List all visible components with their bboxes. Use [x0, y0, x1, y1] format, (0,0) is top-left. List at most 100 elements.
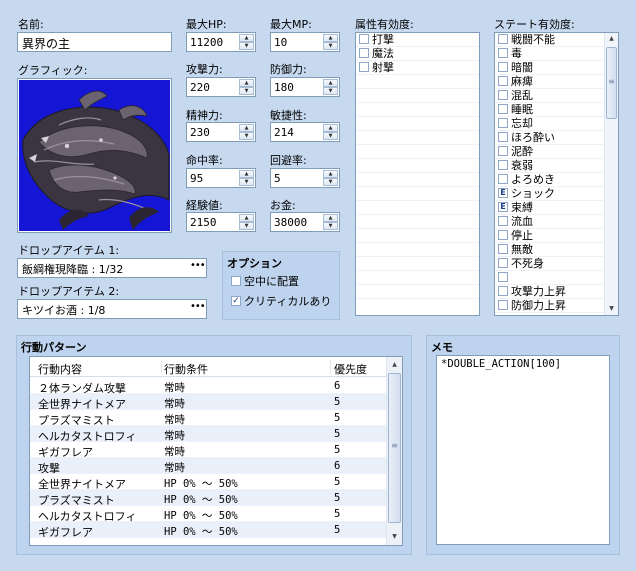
agi-spinner[interactable]: 214 ▲ ▼ — [270, 122, 340, 142]
table-row[interactable]: ギガフレア HP 0% ～ 50% 5 — [30, 522, 386, 539]
checkbox-icon[interactable] — [498, 230, 508, 240]
checkbox-icon[interactable] — [498, 160, 508, 170]
checkbox-icon[interactable] — [498, 272, 508, 282]
list-item[interactable]: よろめき — [495, 173, 604, 187]
spin-down-icon[interactable]: ▼ — [239, 178, 254, 186]
checkbox-icon[interactable] — [498, 48, 508, 58]
checkbox-icon[interactable] — [498, 244, 508, 254]
checkbox-icon[interactable] — [498, 104, 508, 114]
header-condition[interactable]: 行動条件 — [164, 361, 208, 377]
table-row[interactable]: ギガフレア 常時 5 — [30, 442, 386, 459]
ellipsis-icon[interactable]: ••• — [190, 261, 206, 275]
table-row[interactable]: プラズマミスト HP 0% ～ 50% 5 — [30, 490, 386, 507]
header-priority[interactable]: 優先度 — [334, 361, 367, 377]
list-item[interactable]: 攻撃力上昇 — [495, 285, 604, 299]
drop-item2-field[interactable]: キツイお酒 : 1/8 ••• — [17, 299, 207, 319]
spin-up-icon[interactable]: ▲ — [239, 34, 254, 42]
spin-up-icon[interactable]: ▲ — [323, 170, 338, 178]
spi-spinner[interactable]: 230 ▲ ▼ — [186, 122, 256, 142]
table-row[interactable]: ヘルカタストロフィ 常時 5 — [30, 426, 386, 443]
memo-textarea[interactable]: *DOUBLE_ACTION[100] — [436, 355, 610, 545]
checkbox-icon[interactable] — [498, 258, 508, 268]
list-item[interactable]: 暗闇 — [495, 61, 604, 75]
list-item[interactable]: 泥酔 — [495, 145, 604, 159]
checkbox-icon[interactable] — [498, 146, 508, 156]
spin-up-icon[interactable]: ▲ — [239, 79, 254, 87]
scroll-down-icon[interactable]: ▼ — [387, 531, 402, 543]
list-item[interactable]: 麻痺 — [495, 75, 604, 89]
checkbox-icon[interactable] — [498, 62, 508, 72]
spin-down-icon[interactable]: ▼ — [323, 42, 338, 50]
def-spinner[interactable]: 180 ▲ ▼ — [270, 77, 340, 97]
checkbox-icon[interactable] — [359, 34, 369, 44]
header-content[interactable]: 行動内容 — [38, 361, 82, 377]
spin-up-icon[interactable]: ▲ — [323, 214, 338, 222]
list-item[interactable]: 射撃 — [356, 61, 479, 75]
table-row[interactable]: ヘルカタストロフィ HP 0% ～ 50% 5 — [30, 506, 386, 523]
spin-up-icon[interactable]: ▲ — [239, 170, 254, 178]
list-item[interactable]: 忘却 — [495, 117, 604, 131]
maxhp-spinner[interactable]: 11200 ▲ ▼ — [186, 32, 256, 52]
scroll-up-icon[interactable]: ▲ — [605, 33, 618, 45]
option-airborne[interactable]: 空中に配置 — [231, 273, 299, 289]
list-item[interactable]: 魔法 — [356, 47, 479, 61]
checkbox-icon[interactable] — [498, 76, 508, 86]
checkbox-icon[interactable] — [498, 132, 508, 142]
spin-down-icon[interactable]: ▼ — [323, 87, 338, 95]
list-item[interactable]: 混乱 — [495, 89, 604, 103]
checkbox-icon[interactable] — [498, 300, 508, 310]
checkbox-icon[interactable] — [498, 34, 508, 44]
table-row[interactable]: プラズマミスト 常時 5 — [30, 410, 386, 427]
spin-up-icon[interactable]: ▲ — [323, 124, 338, 132]
hit-spinner[interactable]: 95 ▲ ▼ — [186, 168, 256, 188]
table-row[interactable]: 全世界ナイトメア 常時 5 — [30, 394, 386, 411]
list-item[interactable]: 無敵 — [495, 243, 604, 257]
atk-spinner[interactable]: 220 ▲ ▼ — [186, 77, 256, 97]
list-item[interactable]: ほろ酔い — [495, 131, 604, 145]
checkbox-icon[interactable] — [498, 286, 508, 296]
spin-down-icon[interactable]: ▼ — [239, 42, 254, 50]
maxmp-spinner[interactable]: 10 ▲ ▼ — [270, 32, 340, 52]
spin-down-icon[interactable]: ▼ — [239, 87, 254, 95]
list-item[interactable]: 衰弱 — [495, 159, 604, 173]
list-item[interactable]: 睡眠 — [495, 103, 604, 117]
checkbox-icon[interactable] — [498, 216, 508, 226]
scroll-thumb[interactable]: ≡ — [388, 373, 401, 523]
list-item[interactable]: E 束縛 — [495, 201, 604, 215]
state-scrollbar[interactable]: ▲ ≡ ▼ — [604, 33, 618, 315]
spin-up-icon[interactable]: ▲ — [323, 79, 338, 87]
effect-e-icon[interactable]: E — [498, 202, 508, 212]
actions-scrollbar[interactable]: ▲ ≡ ▼ — [386, 357, 402, 545]
name-input[interactable]: 異界の主 — [17, 32, 172, 52]
list-item[interactable]: 流血 — [495, 215, 604, 229]
spin-down-icon[interactable]: ▼ — [239, 222, 254, 230]
checkbox-icon[interactable] — [498, 90, 508, 100]
actions-table[interactable]: 行動内容 行動条件 優先度 ２体ランダム攻撃 常時 6 全世界ナイトメア 常時 5 プラズマ… — [29, 356, 403, 546]
gold-spinner[interactable]: 38000 ▲ ▼ — [270, 212, 340, 232]
spin-up-icon[interactable]: ▲ — [323, 34, 338, 42]
list-item[interactable]: 毒 — [495, 47, 604, 61]
table-row[interactable]: ２体ランダム攻撃 常時 6 — [30, 378, 386, 395]
checkbox-icon[interactable] — [498, 174, 508, 184]
checkbox-icon[interactable] — [231, 276, 241, 286]
spin-down-icon[interactable]: ▼ — [323, 178, 338, 186]
spin-down-icon[interactable]: ▼ — [323, 132, 338, 140]
state-list[interactable]: 戦闘不能毒暗闇 麻痺 混乱 睡眠 忘却 ほろ酔い 泥酔 衰弱 よろめき E ショック E 束縛 流血 停止無… — [494, 32, 619, 316]
checkmark-icon[interactable]: ✓ — [231, 296, 241, 306]
list-item[interactable]: E ショック — [495, 187, 604, 201]
spin-up-icon[interactable]: ▲ — [239, 124, 254, 132]
spin-down-icon[interactable]: ▼ — [323, 222, 338, 230]
list-item[interactable]: 不死身 — [495, 257, 604, 271]
list-item[interactable]: 戦闘不能 — [495, 33, 604, 47]
list-item[interactable]: 停止 — [495, 229, 604, 243]
checkbox-icon[interactable] — [498, 118, 508, 128]
table-row[interactable]: 全世界ナイトメア HP 0% ～ 50% 5 — [30, 474, 386, 491]
eva-spinner[interactable]: 5 ▲ ▼ — [270, 168, 340, 188]
table-row[interactable]: 攻撃 常時 6 — [30, 458, 386, 475]
graphic-preview[interactable] — [17, 78, 172, 233]
scroll-down-icon[interactable]: ▼ — [605, 303, 618, 315]
checkbox-icon[interactable] — [359, 62, 369, 72]
element-list[interactable]: 打撃 魔法 射撃 — [355, 32, 480, 316]
spin-up-icon[interactable]: ▲ — [239, 214, 254, 222]
exp-spinner[interactable]: 2150 ▲ ▼ — [186, 212, 256, 232]
